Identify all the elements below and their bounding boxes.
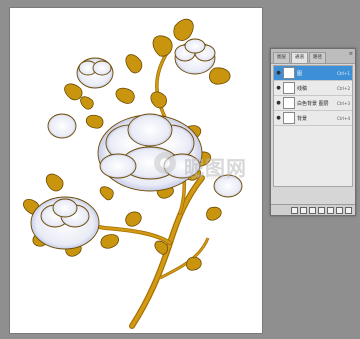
layer-thumbnail <box>283 67 295 79</box>
watermark-subtext: www.nipic.com <box>186 174 238 181</box>
watermark: 昵图网 www.nipic.com <box>150 148 280 184</box>
layer-shortcut: Ctrl+1 <box>336 70 350 76</box>
layer-thumbnail <box>283 112 295 124</box>
layer-shortcut: Ctrl+2 <box>336 85 350 91</box>
eye-icon[interactable]: ● <box>274 111 283 125</box>
panel-footer <box>271 204 355 215</box>
layer-name: 图 <box>297 70 303 77</box>
eye-icon[interactable]: ● <box>274 81 283 95</box>
new-layer-icon[interactable] <box>336 206 343 214</box>
layer-name: 白色背景 图层 <box>297 100 329 107</box>
layer-row[interactable]: ● 背景 Ctrl+4 <box>274 111 352 126</box>
tab-channels[interactable]: 通道 <box>291 52 308 63</box>
layer-shortcut: Ctrl+3 <box>336 100 350 106</box>
layer-name: 背景 <box>297 115 308 122</box>
link-icon[interactable] <box>291 206 298 214</box>
eye-icon[interactable]: ● <box>274 66 283 80</box>
tab-layers[interactable]: 图层 <box>273 52 290 63</box>
layer-row[interactable]: ● 白色背景 图层 Ctrl+3 <box>274 96 352 111</box>
layer-row[interactable]: ● 图 Ctrl+1 <box>274 66 352 81</box>
tab-paths[interactable]: 路径 <box>309 52 326 63</box>
layer-shortcut: Ctrl+4 <box>336 115 350 121</box>
trash-icon[interactable] <box>345 206 352 214</box>
folder-icon[interactable] <box>327 206 334 214</box>
layer-thumbnail <box>283 82 295 94</box>
fx-icon[interactable] <box>300 206 307 214</box>
layers-panel[interactable]: 图层 通道 路径 ≡ ● 图 Ctrl+1 ● 线稿 Ctrl+2 ● 白色背景… <box>270 48 356 216</box>
eye-icon[interactable]: ● <box>274 96 283 110</box>
adjustment-icon[interactable] <box>318 206 325 214</box>
layer-thumbnail <box>283 97 295 109</box>
layer-list: ● 图 Ctrl+1 ● 线稿 Ctrl+2 ● 白色背景 图层 Ctrl+3 … <box>273 65 353 187</box>
layer-name: 线稿 <box>297 85 308 92</box>
panel-menu-icon[interactable]: ≡ <box>349 51 353 57</box>
workspace: 昵图网 www.nipic.com 图层 通道 路径 ≡ ● 图 Ctrl+1 … <box>0 0 360 339</box>
layer-row[interactable]: ● 线稿 Ctrl+2 <box>274 81 352 96</box>
panel-tabs: 图层 通道 路径 <box>271 49 355 64</box>
mask-icon[interactable] <box>309 206 316 214</box>
watermark-logo-icon <box>154 152 176 174</box>
